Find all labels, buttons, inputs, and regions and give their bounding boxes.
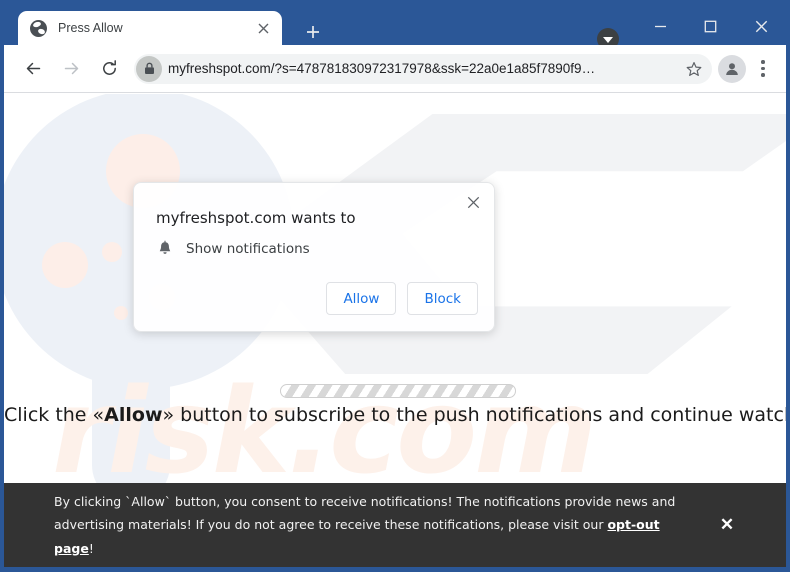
menu-dot [761,60,765,64]
watermark-dot [42,242,88,288]
menu-dot [761,66,765,71]
browser-window: Press Allow myfreshspot.com/?s=478781830… [0,0,790,572]
notification-permission-dialog: myfreshspot.com wants to Show notificati… [133,182,495,332]
address-bar[interactable]: myfreshspot.com/?s=478781830972317978&ss… [134,53,712,84]
url-text: myfreshspot.com/?s=478781830972317978&ss… [168,61,596,76]
arrow-right-icon [56,54,86,84]
star-icon[interactable] [680,55,708,83]
three-dot-menu-icon[interactable] [750,54,776,84]
page-headline: Click the «Allow» button to subscribe to… [4,404,786,426]
minimize-icon[interactable] [637,11,683,41]
headline-prefix: Click the « [4,404,105,426]
dialog-close-icon[interactable] [460,189,486,215]
consent-line-1: By clicking `Allow` button, you consent … [54,494,676,510]
browser-frame-inner: Press Allow myfreshspot.com/?s=478781830… [4,4,786,567]
watermark-text: risk.com [52,362,597,500]
permission-item-label: Show notifications [186,241,310,257]
menu-dot [761,73,765,77]
consent-line-2-before: advertising materials! If you do not agr… [54,517,608,533]
browser-toolbar: myfreshspot.com/?s=478781830972317978&ss… [4,45,786,93]
allow-button[interactable]: Allow [326,282,397,315]
chevron-down-glyph [603,36,613,43]
permission-item: Show notifications [156,240,310,258]
lock-icon[interactable] [136,55,162,82]
headline-suffix: » button to subscribe to the push notifi… [162,404,786,426]
dialog-title: myfreshspot.com wants to [156,209,356,227]
arrow-left-icon[interactable] [18,54,48,84]
globe-icon [30,19,47,37]
bell-icon [156,240,174,258]
watermark-dot [102,242,122,262]
dialog-actions: Allow Block [326,282,478,315]
tab-title: Press Allow [58,21,123,35]
reload-icon[interactable] [94,54,124,84]
close-icon[interactable] [251,16,275,40]
window-close-icon[interactable] [738,11,784,41]
consent-banner-text: By clicking `Allow` button, you consent … [54,490,696,559]
headline-strong: Allow [104,404,163,426]
consent-line-2-after: ! [88,540,94,556]
consent-banner: By clicking `Allow` button, you consent … [4,483,786,567]
new-tab-button[interactable] [299,18,327,46]
loading-progress-bar [280,384,516,398]
watermark-dot [114,306,128,320]
person-icon[interactable] [718,54,746,83]
block-button[interactable]: Block [407,282,478,315]
page-viewport: risk.com Click the «Allow» button to sub… [4,94,786,567]
maximize-icon[interactable] [687,11,733,41]
banner-close-icon[interactable]: ✕ [716,514,738,536]
browser-tab[interactable]: Press Allow [18,11,282,45]
tab-strip: Press Allow [4,4,786,50]
